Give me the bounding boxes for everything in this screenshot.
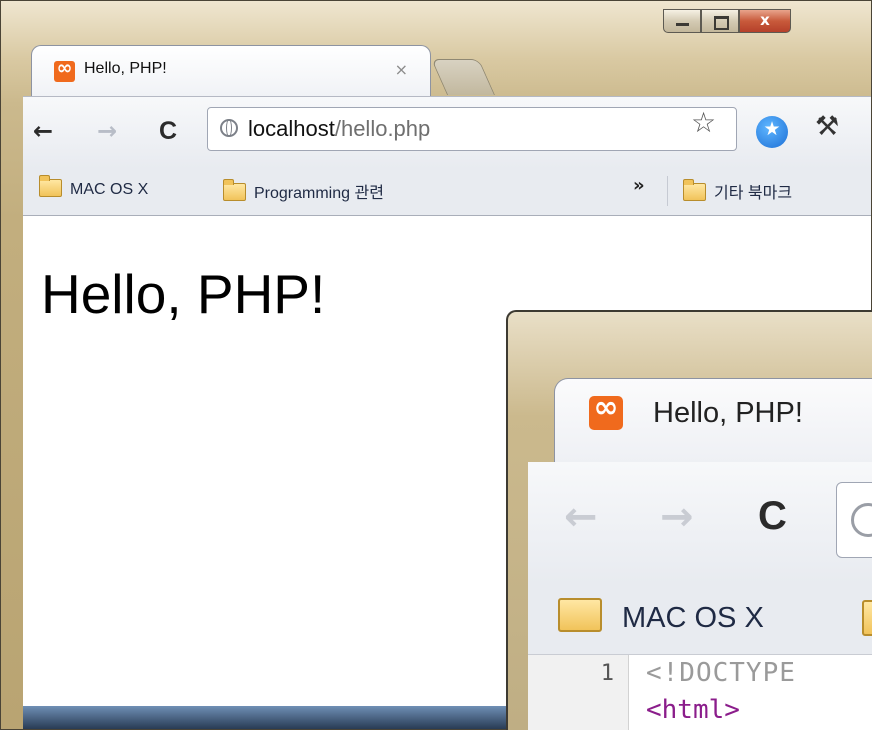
line-gutter: 1 — [528, 655, 629, 730]
zoomed-browser-window: Hello, PHP! ← → C MAC OS X 1 <!DOCTYPE <… — [506, 310, 872, 730]
bookmarks-bar: MAC OS X Programming 관련 » 기타 북마크 — [23, 168, 871, 216]
zoomed-bookmarks-bar: MAC OS X — [528, 584, 872, 654]
zoomed-reload-button[interactable]: C — [758, 494, 787, 539]
line-number: 1 — [600, 661, 614, 686]
reload-button[interactable]: C — [159, 117, 177, 146]
navigation-toolbar: ← → C localhost/hello.php ☆ ⚒ — [23, 96, 871, 169]
extension-icon[interactable] — [756, 116, 788, 148]
xampp-favicon-icon — [54, 57, 75, 82]
globe-icon — [851, 503, 872, 537]
folder-icon — [223, 179, 246, 201]
window-controls: x — [663, 9, 791, 35]
bookmark-folder-programming[interactable]: Programming 관련 — [223, 179, 384, 203]
tab-title: Hello, PHP! — [84, 60, 167, 77]
minimize-icon — [676, 23, 689, 26]
folder-icon — [683, 179, 706, 201]
zoomed-address-bar[interactable] — [836, 482, 872, 558]
zoomed-tab-title: Hello, PHP! — [653, 397, 803, 429]
minimize-button[interactable] — [663, 9, 701, 33]
wrench-menu-icon[interactable]: ⚒ — [815, 111, 839, 142]
zoomed-bookmark-folder-mac-os-x[interactable]: MAC OS X — [558, 598, 764, 635]
bookmark-star-icon[interactable]: ☆ — [691, 109, 716, 137]
close-icon: x — [760, 11, 770, 29]
folder-icon — [558, 598, 602, 632]
bookmark-folder-other[interactable]: 기타 북마크 — [683, 179, 792, 203]
code-line-doctype: <!DOCTYPE — [646, 658, 796, 688]
close-window-button[interactable]: x — [739, 9, 791, 33]
new-tab-button[interactable] — [430, 59, 496, 95]
zoomed-back-button[interactable]: ← — [564, 494, 598, 540]
bookmark-folder-mac-os-x[interactable]: MAC OS X — [39, 175, 148, 199]
address-bar[interactable]: localhost/hello.php — [207, 107, 737, 151]
bookmarks-separator — [667, 176, 668, 206]
tab-close-icon[interactable]: × — [395, 60, 408, 79]
page-heading: Hello, PHP! — [41, 263, 326, 325]
xampp-favicon-icon — [589, 390, 623, 430]
code-line-html: <html> — [646, 695, 740, 725]
code-editor: 1 <!DOCTYPE <html> — [528, 654, 872, 730]
zoomed-toolbar: ← → C — [528, 462, 872, 584]
bookmarks-overflow-button[interactable]: » — [633, 175, 645, 196]
url-text: localhost/hello.php — [248, 116, 431, 141]
back-button[interactable]: ← — [33, 117, 53, 145]
zoomed-tab[interactable]: Hello, PHP! — [554, 378, 872, 464]
maximize-icon — [714, 16, 729, 30]
tab-hello-php[interactable]: Hello, PHP! × — [31, 45, 431, 97]
zoomed-forward-button[interactable]: → — [660, 494, 694, 540]
forward-button[interactable]: → — [97, 117, 117, 145]
maximize-button[interactable] — [701, 9, 739, 33]
globe-icon — [220, 119, 238, 137]
folder-icon[interactable] — [862, 600, 872, 636]
folder-icon — [39, 175, 62, 197]
